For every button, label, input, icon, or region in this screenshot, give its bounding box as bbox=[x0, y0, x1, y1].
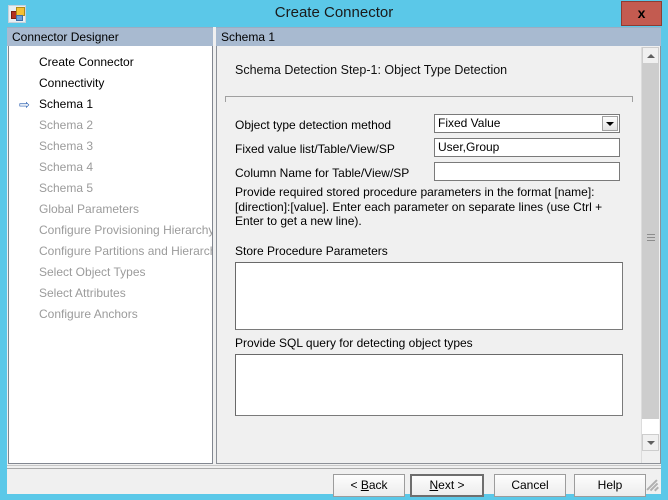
column-name-input[interactable] bbox=[434, 162, 620, 181]
current-step-arrow-icon bbox=[19, 136, 35, 157]
object-type-detection-method-label: Object type detection method bbox=[235, 118, 392, 132]
wizard-step-list-items: Create Connector Connectivity ⇨ Schema 1 Sch… bbox=[9, 46, 212, 325]
chevron-down-icon[interactable] bbox=[602, 116, 618, 131]
current-step-arrow-icon bbox=[19, 262, 35, 283]
store-procedure-parameters-label: Store Procedure Parameters bbox=[235, 244, 388, 258]
sidebar-item-configure-provisioning-hierarchy: Configure Provisioning Hierarchy bbox=[9, 220, 212, 241]
dialog-window: Create Connector x Connector Designer Sc… bbox=[0, 0, 668, 500]
current-step-arrow-icon bbox=[19, 304, 35, 325]
sidebar-item-schema-2: Schema 2 bbox=[9, 115, 212, 136]
scrollbar-grip-icon bbox=[647, 234, 655, 242]
wizard-step-list[interactable]: Create Connector Connectivity ⇨ Schema 1 Sch… bbox=[8, 46, 213, 464]
sidebar-item-label: Configure Provisioning Hierarchy bbox=[39, 223, 213, 237]
scroll-up-icon[interactable] bbox=[642, 47, 659, 64]
column-name-label: Column Name for Table/View/SP bbox=[235, 166, 410, 180]
back-accel: B bbox=[360, 478, 369, 492]
vertical-scrollbar[interactable] bbox=[641, 47, 659, 463]
current-step-arrow-icon bbox=[19, 73, 35, 94]
footer-divider bbox=[7, 468, 661, 469]
dialog-footer: < Back Next > Cancel Help bbox=[7, 465, 661, 497]
group-divider bbox=[225, 96, 633, 102]
current-step-arrow-icon bbox=[19, 52, 35, 73]
sql-query-textarea[interactable] bbox=[235, 354, 623, 416]
next-suffix: ext > bbox=[438, 478, 465, 492]
sidebar-item-label: Schema 2 bbox=[39, 118, 94, 132]
help-button[interactable]: Help bbox=[574, 474, 646, 497]
scrollbar-thumb[interactable] bbox=[642, 64, 659, 419]
resize-grip-icon[interactable] bbox=[645, 478, 659, 492]
current-step-arrow-icon bbox=[19, 283, 35, 304]
object-type-detection-method-select[interactable]: Fixed Value bbox=[434, 114, 620, 133]
store-procedure-parameters-textarea[interactable] bbox=[235, 262, 623, 330]
sidebar-item-schema-3: Schema 3 bbox=[9, 136, 212, 157]
sidebar-item-schema-1[interactable]: ⇨ Schema 1 bbox=[9, 94, 212, 115]
window-title: Create Connector bbox=[274, 4, 394, 21]
schema-detection-panel: Schema Detection Step-1: Object Type Det… bbox=[216, 46, 661, 464]
sidebar-item-label: Global Parameters bbox=[39, 202, 140, 216]
sql-query-label: Provide SQL query for detecting object t… bbox=[235, 336, 473, 350]
scrollbar-track[interactable] bbox=[642, 64, 659, 434]
page-title: Schema Detection Step-1: Object Type Det… bbox=[235, 63, 508, 77]
fixed-value-list-input[interactable]: User,Group bbox=[434, 138, 620, 157]
sidebar-item-label: Schema 4 bbox=[39, 160, 94, 174]
sidebar-item-label: Schema 1 bbox=[39, 97, 94, 111]
current-step-arrow-icon bbox=[19, 241, 35, 262]
object-type-detection-method-value: Fixed Value bbox=[438, 116, 501, 130]
sidebar-item-configure-anchors: Configure Anchors bbox=[9, 304, 212, 325]
sidebar-item-global-parameters: Global Parameters bbox=[9, 199, 212, 220]
back-button[interactable]: < Back bbox=[333, 474, 405, 497]
connector-designer-header: Connector Designer bbox=[7, 27, 213, 46]
sidebar-item-label: Connectivity bbox=[39, 76, 105, 90]
current-step-arrow-icon bbox=[19, 220, 35, 241]
schema-pane-header: Schema 1 bbox=[216, 27, 661, 46]
sidebar-item-create-connector[interactable]: Create Connector bbox=[9, 52, 212, 73]
sidebar-item-label: Schema 5 bbox=[39, 181, 94, 195]
sidebar-item-label: Create Connector bbox=[39, 55, 134, 69]
next-accel: N bbox=[429, 478, 439, 492]
sidebar-item-select-object-types: Select Object Types bbox=[9, 262, 212, 283]
current-step-arrow-icon bbox=[19, 199, 35, 220]
sidebar-item-connectivity[interactable]: Connectivity bbox=[9, 73, 212, 94]
sidebar-item-schema-4: Schema 4 bbox=[9, 157, 212, 178]
back-prefix: < bbox=[350, 478, 361, 492]
close-button[interactable]: x bbox=[621, 1, 662, 26]
sidebar-item-select-attributes: Select Attributes bbox=[9, 283, 212, 304]
sidebar-item-label: Configure Partitions and Hierarchies bbox=[39, 244, 213, 258]
sidebar-item-label: Schema 3 bbox=[39, 139, 94, 153]
client-area: Connector Designer Schema 1 Create Conne… bbox=[7, 27, 661, 497]
current-step-arrow-icon bbox=[19, 115, 35, 136]
title-bar: Create Connector x bbox=[0, 0, 668, 27]
current-step-arrow-icon bbox=[19, 157, 35, 178]
current-step-arrow-icon bbox=[19, 178, 35, 199]
next-button[interactable]: Next > bbox=[410, 474, 484, 497]
schema-detection-form: Schema Detection Step-1: Object Type Det… bbox=[217, 46, 641, 463]
stored-procedure-note: Provide required stored procedure parame… bbox=[235, 185, 603, 228]
sidebar-item-label: Select Object Types bbox=[39, 265, 146, 279]
sidebar-item-label: Select Attributes bbox=[39, 286, 126, 300]
back-suffix: ack bbox=[368, 478, 388, 492]
fixed-value-list-label: Fixed value list/Table/View/SP bbox=[235, 142, 395, 156]
sidebar-item-schema-5: Schema 5 bbox=[9, 178, 212, 199]
current-step-arrow-icon: ⇨ bbox=[19, 97, 30, 112]
cancel-button[interactable]: Cancel bbox=[494, 474, 566, 497]
scroll-down-icon[interactable] bbox=[642, 434, 659, 451]
sidebar-item-label: Configure Anchors bbox=[39, 307, 138, 321]
sidebar-item-configure-partitions-and-hierarchies: Configure Partitions and Hierarchies bbox=[9, 241, 212, 262]
